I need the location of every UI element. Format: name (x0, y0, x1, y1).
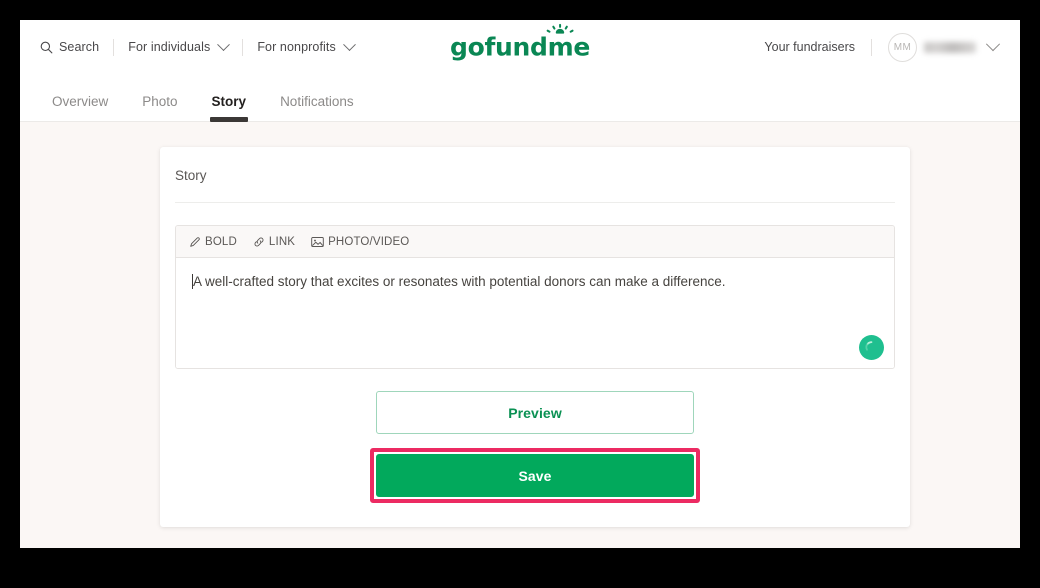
gofundme-logo[interactable]: gofundme (450, 23, 590, 60)
search-button[interactable]: Search (40, 40, 113, 54)
save-button-highlight-wrap: Save (370, 448, 700, 503)
search-label: Search (59, 40, 100, 54)
nav-for-individuals-label: For individuals (128, 40, 211, 54)
link-label: LINK (268, 235, 296, 248)
preview-button[interactable]: Preview (376, 391, 694, 434)
chevron-down-icon (342, 37, 356, 51)
story-text: A well-crafted story that excites or res… (193, 274, 726, 289)
search-icon (40, 41, 53, 54)
card-title: Story (175, 147, 895, 203)
pencil-icon (189, 236, 201, 248)
nav-for-individuals[interactable]: For individuals (114, 37, 242, 54)
image-icon (311, 236, 324, 248)
sunburst-icon (542, 20, 578, 45)
chevron-down-icon (217, 37, 231, 51)
header-nav-left: Search For individuals For nonprofits (20, 37, 368, 56)
editor-toolbar: BOLD LINK PHOTO/VIDEO (176, 226, 894, 258)
site-header: Search For individuals For nonprofits go… (20, 20, 1020, 74)
tab-notifications[interactable]: Notifications (280, 94, 354, 121)
story-editor: BOLD LINK PHOTO/VIDEO A well-crafted sto… (175, 225, 895, 369)
photo-video-button[interactable]: PHOTO/VIDEO (311, 236, 409, 248)
nav-divider (871, 38, 872, 56)
browser-viewport: Search For individuals For nonprofits go… (20, 20, 1020, 548)
tab-photo[interactable]: Photo (142, 94, 177, 121)
avatar[interactable]: MM (888, 32, 917, 62)
link-icon (253, 236, 265, 248)
photo-video-label: PHOTO/VIDEO (328, 235, 410, 248)
link-button[interactable]: LINK (253, 236, 295, 248)
chevron-down-icon[interactable] (985, 37, 1001, 52)
card-actions: Preview Save (175, 369, 895, 527)
tab-overview[interactable]: Overview (52, 94, 108, 121)
your-fundraisers-link[interactable]: Your fundraisers (764, 40, 871, 54)
story-textarea[interactable]: A well-crafted story that excites or res… (176, 258, 894, 368)
nav-for-nonprofits[interactable]: For nonprofits (243, 37, 368, 54)
campaign-tabs: Overview Photo Story Notifications (20, 74, 1020, 122)
user-name-blurred[interactable] (924, 41, 976, 53)
spinner-icon[interactable] (859, 335, 884, 360)
story-card: Story BOLD LINK PHOTO/VIDEO A well-craft… (160, 147, 910, 527)
bold-button[interactable]: BOLD (189, 236, 237, 248)
page-body: Story BOLD LINK PHOTO/VIDEO A well-craft… (20, 122, 1020, 548)
screenshot-frame: Search For individuals For nonprofits go… (0, 0, 1040, 588)
tab-story[interactable]: Story (209, 94, 248, 122)
save-button[interactable]: Save (376, 454, 694, 497)
nav-for-nonprofits-label: For nonprofits (257, 40, 336, 54)
arrow-right-annotation (215, 540, 390, 548)
bold-label: BOLD (205, 235, 237, 248)
header-nav-right: Your fundraisers MM (764, 32, 1020, 62)
